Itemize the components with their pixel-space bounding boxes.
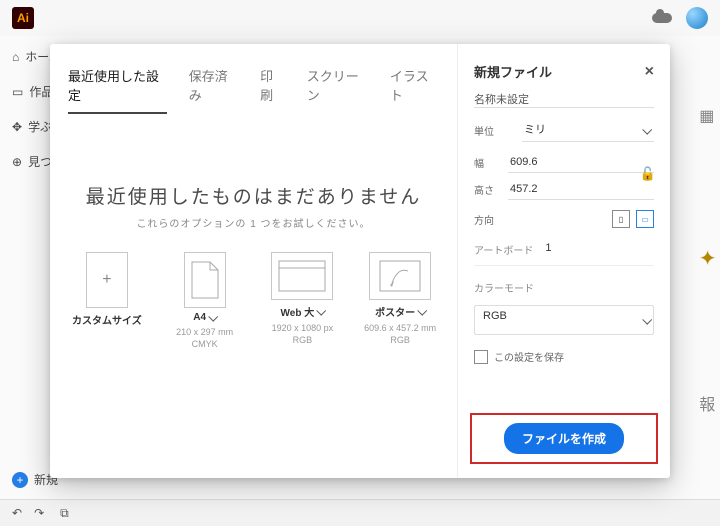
save-preset-checkbox[interactable]: この設定を保存: [474, 349, 654, 364]
colormode-label: カラーモード: [474, 280, 654, 295]
chevron-down-icon: [316, 306, 326, 316]
modal-overlay: 最近使用した設定 保存済み 印刷 スクリーン イラスト 最近使用したものはまだあ…: [0, 36, 720, 526]
height-input[interactable]: [508, 179, 654, 200]
dialog-settings-pane: 新規ファイル × 単位 ミリ 幅 高さ �: [457, 44, 670, 478]
app-topbar: Ai: [0, 0, 720, 37]
width-label: 幅: [474, 155, 500, 170]
tab-print[interactable]: 印刷: [260, 66, 285, 114]
unit-select[interactable]: ミリ: [522, 118, 654, 142]
tab-illustration[interactable]: イラスト: [390, 66, 439, 114]
empty-state-title: 最近使用したものはまだありません: [68, 182, 439, 209]
save-preset-label: この設定を保存: [494, 349, 564, 364]
empty-state-subtitle: これらのオプションの 1 つをお試しください。: [68, 215, 439, 230]
presets-empty-state: 最近使用したものはまだありません これらのオプションの 1 つをお試しください。: [68, 182, 439, 230]
preset-row: カスタムサイズ A4 210 x 297 m: [68, 252, 439, 350]
preset-mode: RGB: [272, 335, 334, 347]
preset-custom[interactable]: カスタムサイズ: [68, 252, 146, 350]
tab-screen[interactable]: スクリーン: [307, 66, 368, 114]
preset-category-tabs: 最近使用した設定 保存済み 印刷 スクリーン イラスト: [68, 44, 439, 114]
create-button-highlight: ファイルを作成: [470, 413, 658, 464]
orientation-label: 方向: [474, 212, 514, 227]
preset-web-large[interactable]: Web 大 1920 x 1080 px RGB: [264, 252, 342, 350]
preset-thumb-web: [271, 252, 333, 300]
lock-aspect-icon[interactable]: 🔓: [640, 166, 656, 182]
artboards-label: アートボード: [474, 242, 533, 257]
chevron-down-icon: [417, 306, 427, 316]
document-name-input[interactable]: [474, 91, 654, 108]
panel-title: 新規ファイル: [474, 62, 552, 81]
brush-icon: [378, 259, 422, 293]
unit-label: 単位: [474, 123, 514, 138]
preset-label: Web 大: [281, 304, 315, 319]
preset-size: 1920 x 1080 px: [272, 323, 334, 335]
create-file-button[interactable]: ファイルを作成: [504, 423, 624, 454]
browser-icon: [277, 259, 327, 293]
preset-label: A4: [193, 312, 206, 323]
dialog-presets-pane: 最近使用した設定 保存済み 印刷 スクリーン イラスト 最近使用したものはまだあ…: [50, 44, 457, 478]
preset-label: ポスター: [375, 304, 415, 319]
chevron-down-icon: [208, 312, 218, 322]
checkbox-icon: [474, 350, 488, 364]
orientation-portrait[interactable]: ▯: [612, 210, 630, 228]
colormode-select[interactable]: RGB: [474, 305, 654, 335]
artboards-value: 1: [545, 242, 551, 254]
width-input[interactable]: [508, 152, 654, 173]
new-file-dialog: 最近使用した設定 保存済み 印刷 スクリーン イラスト 最近使用したものはまだあ…: [50, 44, 670, 478]
preset-size: 210 x 297 mm: [176, 327, 233, 339]
preset-thumb-a4: [184, 252, 226, 308]
tab-saved[interactable]: 保存済み: [189, 66, 238, 114]
cloud-sync-icon[interactable]: [652, 13, 672, 23]
preset-poster[interactable]: ポスター 609.6 x 457.2 mm RGB: [361, 252, 439, 350]
tab-recent[interactable]: 最近使用した設定: [68, 66, 167, 114]
unit-value: ミリ: [522, 118, 654, 142]
height-label: 高さ: [474, 182, 500, 197]
preset-thumb-custom: [86, 252, 128, 308]
preset-label: カスタムサイズ: [72, 312, 142, 327]
preset-size: 609.6 x 457.2 mm: [364, 323, 436, 335]
preset-thumb-poster: [369, 252, 431, 300]
preset-a4[interactable]: A4 210 x 297 mm CMYK: [166, 252, 244, 350]
preset-mode: CMYK: [176, 339, 233, 351]
app-logo-illustrator: Ai: [12, 7, 34, 29]
colormode-value: RGB: [474, 305, 654, 335]
avatar[interactable]: [686, 7, 708, 29]
orientation-landscape[interactable]: ▭: [636, 210, 654, 228]
page-icon: [190, 260, 220, 300]
close-icon[interactable]: ×: [645, 64, 654, 80]
preset-mode: RGB: [364, 335, 436, 347]
